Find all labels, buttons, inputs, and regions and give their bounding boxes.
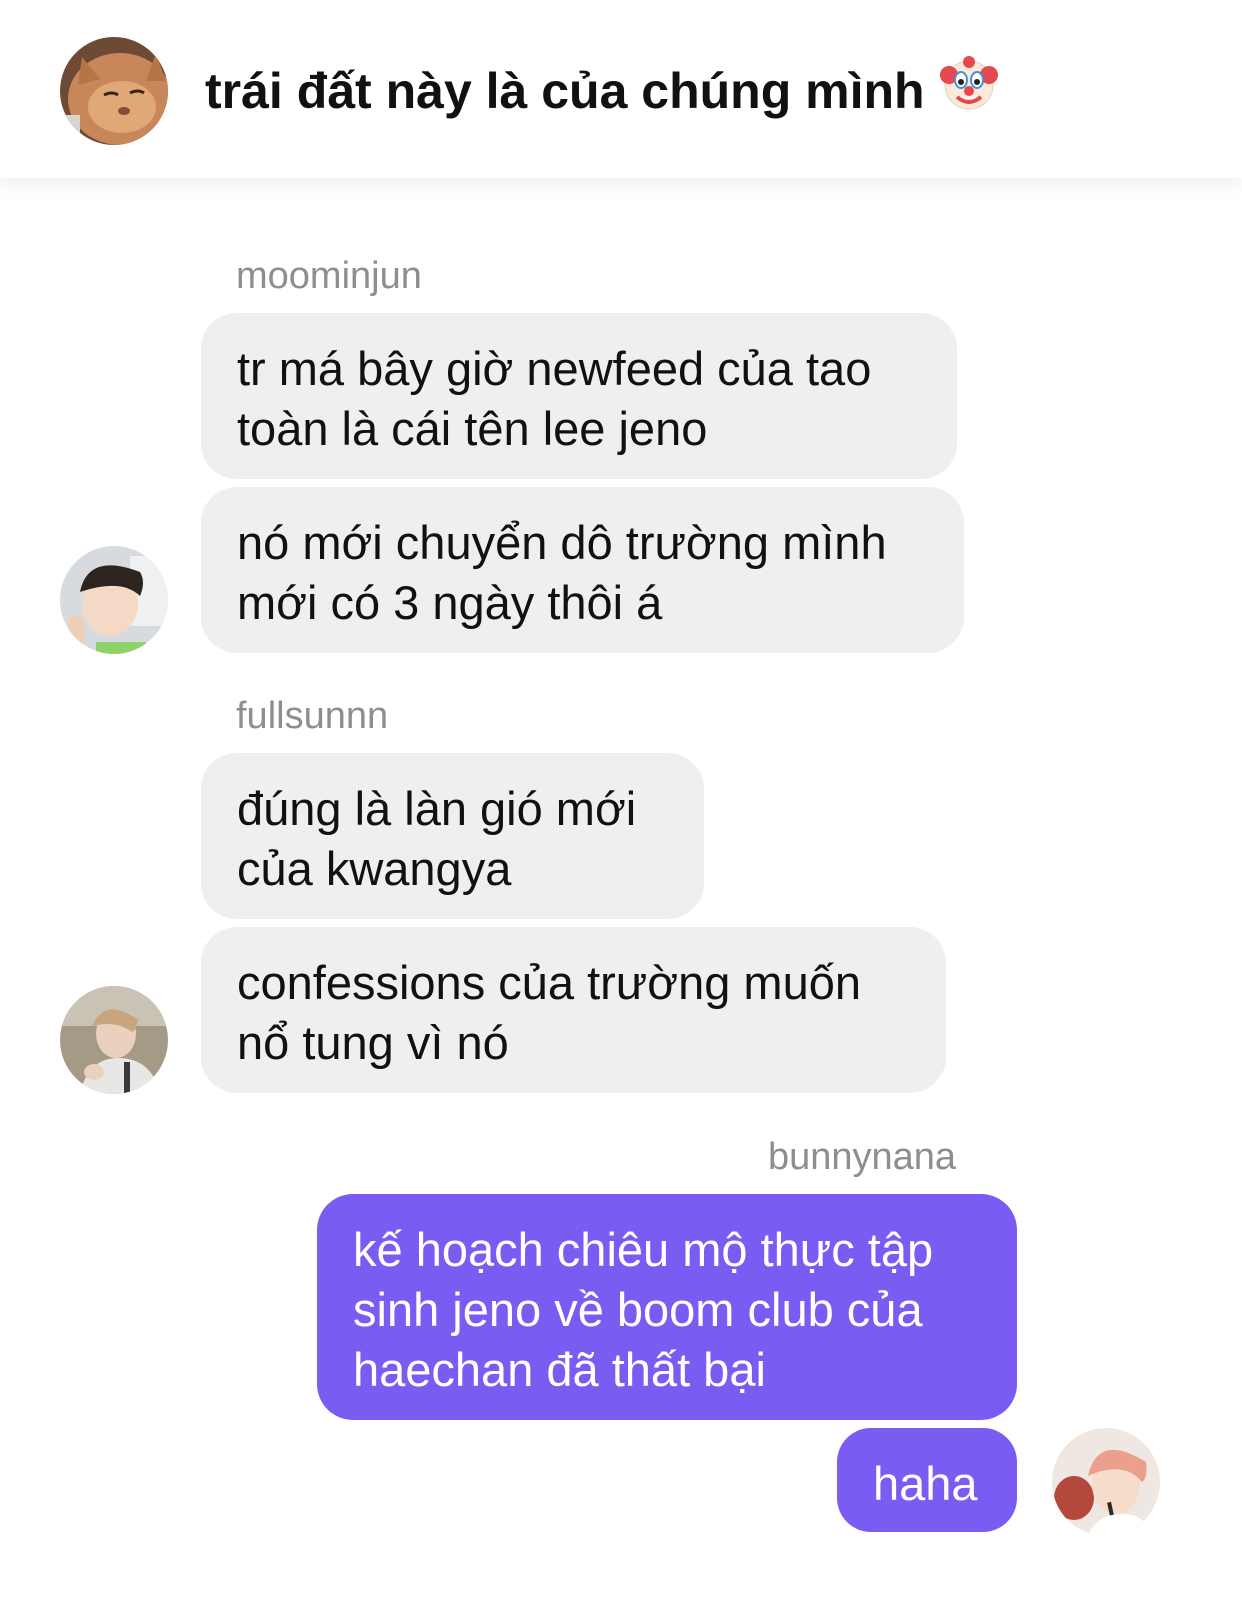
avatar[interactable] bbox=[1052, 1428, 1160, 1536]
chat-title-text: trái đất này là của chúng mình bbox=[205, 63, 925, 119]
message-bubble-outgoing[interactable]: haha bbox=[837, 1428, 1017, 1532]
sender-name: fullsunnn bbox=[236, 695, 389, 737]
message-bubble[interactable]: đúng là làn gió mới của kwangya bbox=[201, 753, 704, 919]
group-avatar[interactable] bbox=[60, 37, 168, 145]
user-avatar-image bbox=[60, 546, 168, 654]
avatar[interactable] bbox=[60, 986, 168, 1094]
sender-name: moominjun bbox=[236, 255, 422, 297]
message-bubble[interactable]: tr má bây giờ newfeed của tao toàn là cá… bbox=[201, 313, 957, 479]
chat-header: trái đất này là của chúng mình bbox=[0, 0, 1242, 178]
avatar[interactable] bbox=[60, 546, 168, 654]
message-bubble[interactable]: nó mới chuyển dô trường mình mới có 3 ng… bbox=[201, 487, 964, 653]
sender-name: bunnynana bbox=[768, 1136, 957, 1178]
message-bubble[interactable]: confessions của trường muốn nổ tung vì n… bbox=[201, 927, 946, 1093]
cat-avatar-image bbox=[60, 37, 168, 145]
clown-face-icon bbox=[939, 53, 999, 129]
message-bubble-outgoing[interactable]: kế hoạch chiêu mộ thực tập sinh jeno về … bbox=[317, 1194, 1017, 1420]
user-avatar-image bbox=[1052, 1428, 1160, 1536]
chat-title: trái đất này là của chúng mình bbox=[205, 55, 999, 129]
user-avatar-image bbox=[60, 986, 168, 1094]
